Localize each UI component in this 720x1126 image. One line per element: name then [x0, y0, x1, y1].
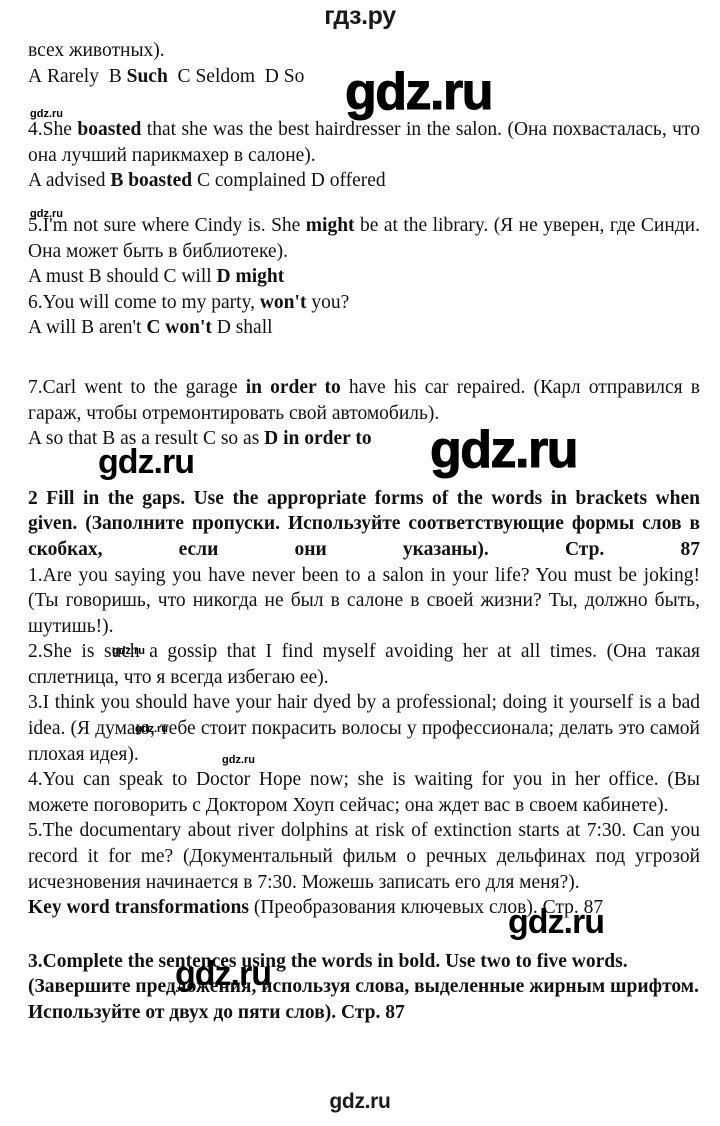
- question-5-answer: D might: [216, 266, 285, 288]
- question-4-text: 4.She boasted that she was the best hair…: [28, 119, 701, 166]
- question-6-keyword: won't: [259, 291, 307, 313]
- question-5-keyword: might: [305, 214, 355, 236]
- task-2-item-2: 2.She is such a gossip that I find mysel…: [28, 641, 700, 688]
- question-4-options: A advised B boasted C complained D offer…: [28, 170, 386, 192]
- key-word-transformations-heading: Key word transformations (Преобразования…: [28, 897, 604, 919]
- task-3-heading: 3.Complete the sentences using the words…: [28, 950, 699, 1023]
- task-2-heading: 2 Fill in the gaps. Use the appropriate …: [28, 487, 700, 560]
- question-7-answer: D in order to: [264, 428, 372, 450]
- option-b-3: B Such: [108, 65, 168, 87]
- task-2-item-5: 5.The documentary about river dolphins a…: [28, 820, 700, 893]
- option-c-3: C Seldom: [177, 65, 256, 87]
- question-6-number: 6.: [28, 291, 43, 313]
- question-3-translation-tail: всех животных).: [28, 40, 165, 61]
- question-7-options: A so that B as a result C so as D in ord…: [28, 428, 372, 450]
- site-logo-footer: gdz.ru: [329, 1090, 391, 1113]
- option-d-3: D So: [264, 65, 305, 87]
- exercise-content: всех животных). A Rarely B Such C Seldom…: [28, 38, 700, 1026]
- question-6-options: A will B aren't C won't D shall: [28, 317, 273, 339]
- question-4-answer: B boasted: [110, 170, 193, 192]
- task-2-item-1: 1.Are you saying you have never been to …: [28, 564, 700, 637]
- site-logo-header: гдз.ру: [324, 2, 396, 30]
- gdz-answer-page: { "site": { "header_logo": "гдз.ру", "fo…: [0, 0, 720, 1126]
- question-7-keyword: in order to: [245, 376, 341, 398]
- question-7-number: 7.: [28, 376, 43, 398]
- task-2-item-4: 4.You can speak to Doctor Hope now; she …: [28, 769, 700, 816]
- question-6-text: 6.You will come to my party, won't you?: [28, 291, 350, 313]
- question-6-answer: C won't: [146, 317, 212, 339]
- question-7-text: 7.Carl went to the garage in order to ha…: [28, 376, 700, 424]
- question-5-text: 5.I'm not sure where Cindy is. She might…: [28, 214, 700, 262]
- question-4-number: 4.: [28, 119, 43, 141]
- task-2-item-3: 3.I think you should have your hair dyed…: [28, 692, 700, 765]
- question-5-number: 5.: [28, 214, 43, 236]
- question-3-options: A Rarely B Such C Seldom D So: [28, 64, 700, 90]
- option-a-3: A Rarely: [28, 65, 99, 87]
- question-5-options: A must B should C will D might: [28, 266, 285, 288]
- question-4-keyword: boasted: [77, 119, 142, 141]
